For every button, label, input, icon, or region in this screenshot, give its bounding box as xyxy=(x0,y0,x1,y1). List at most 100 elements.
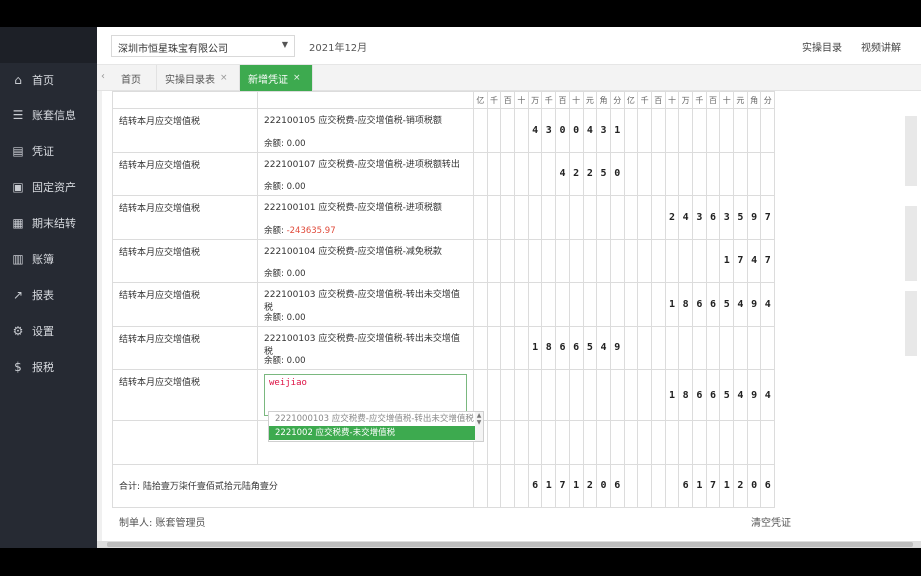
account-suggestion-dropdown: 2221000103 应交税费-应交增值税-转出未交增值税 2221002 应交税… xyxy=(268,411,484,442)
debit-digit xyxy=(596,282,611,327)
debit-digit xyxy=(514,238,529,283)
credit-digit: 4 xyxy=(678,195,693,240)
dropdown-option[interactable]: 2221000103 应交税费-应交增值税-转出未交增值税 xyxy=(269,412,483,426)
account-cell[interactable]: 222100107 应交税费-应交增值税-进项税额转出 余额: 0.00 xyxy=(257,151,474,196)
summary-cell[interactable]: 结转本月应交增值税 xyxy=(112,369,258,421)
debit-digit xyxy=(514,151,529,196)
credit-digit xyxy=(692,108,707,153)
total-debit-digit: 6 xyxy=(609,463,625,508)
account-cell[interactable]: 222100104 应交税费-应交增值税-减免税款 余额: 0.00 xyxy=(257,238,474,283)
voucher-row: 结转本月应交增值税 222100104 应交税费-应交增值税-减免税款 余额: 0.… xyxy=(112,238,776,283)
debit-digit xyxy=(555,282,570,327)
balance-label: 余额: xyxy=(264,225,284,236)
total-credit-digit: 1 xyxy=(692,463,707,508)
debit-digit xyxy=(609,369,625,421)
account-header xyxy=(257,91,474,109)
sidebar-item-8[interactable]: $ 报税 xyxy=(0,352,97,382)
debit-digit: 3 xyxy=(596,108,611,153)
sidebar-item-4[interactable]: ▦ 期末结转 xyxy=(0,208,97,238)
credit-digit xyxy=(719,420,735,465)
sidebar-item-3[interactable]: ▣ 固定资产 xyxy=(0,172,97,202)
sidebar-item-0[interactable]: ⌂ 首页 xyxy=(0,65,97,95)
chevron-down-icon: ▼ xyxy=(281,40,288,49)
debit-digit xyxy=(486,108,502,153)
account-balance: 余额: 0.00 xyxy=(264,354,306,366)
tab-0[interactable]: 首页 xyxy=(113,65,157,91)
total-credit-digit: 6 xyxy=(760,463,776,508)
summary-cell[interactable]: 结转本月应交增值税 xyxy=(112,195,258,240)
debit-digit xyxy=(541,282,557,327)
tab-label: 新增凭证 xyxy=(248,74,288,86)
account-cell[interactable]: 222100105 应交税费-应交增值税-销项税额 余额: 0.00 xyxy=(257,108,474,153)
debit-digit xyxy=(500,151,516,196)
close-icon[interactable]: × xyxy=(220,73,228,83)
dropdown-scrollbar[interactable]: ▲ ▼ xyxy=(475,412,483,441)
summary-cell[interactable]: 结转本月应交增值税 xyxy=(112,108,258,153)
account-cell[interactable]: 222100101 应交税费-应交增值税-进项税额 余额: -243635.97 xyxy=(257,195,474,240)
digit-header: 万 xyxy=(678,91,693,109)
account-cell[interactable]: 222100103 应交税费-应交增值税-转出未交增值税 余额: 0.00 xyxy=(257,325,474,370)
debit-digit xyxy=(541,151,557,196)
sidebar-item-label: 凭证 xyxy=(32,145,54,158)
credit-digit xyxy=(664,238,680,283)
clear-voucher-button[interactable]: 清空凭证 xyxy=(751,514,791,529)
tab-label: 首页 xyxy=(121,74,141,86)
digit-header: 千 xyxy=(637,91,652,109)
company-select[interactable]: 深圳市恒星珠宝有限公司 ▼ xyxy=(111,35,295,57)
sidebar-item-2[interactable]: ▤ 凭证 xyxy=(0,136,97,166)
logo-area xyxy=(0,27,97,63)
credit-digit xyxy=(637,369,652,421)
summary-cell[interactable] xyxy=(112,420,258,465)
document-icon: ▤ xyxy=(12,144,24,158)
tab-1[interactable]: 实操目录表 × xyxy=(157,65,240,91)
summary-cell[interactable]: 结转本月应交增值税 xyxy=(112,151,258,196)
credit-digit xyxy=(678,108,693,153)
dropdown-option[interactable]: 2221002 应交税费-未交增值税 xyxy=(269,426,483,440)
summary-cell[interactable]: 结转本月应交增值税 xyxy=(112,282,258,327)
debit-digit: 6 xyxy=(568,325,584,370)
balance-label: 余额: xyxy=(264,269,284,279)
sidebar-item-5[interactable]: ▥ 账簿 xyxy=(0,244,97,274)
sidebar-item-6[interactable]: ↗ 报表 xyxy=(0,280,97,310)
account-cell[interactable]: 222100103 应交税费-应交增值税-转出未交增值税 余额: 0.00 xyxy=(257,282,474,327)
account-search-input[interactable]: weijiao xyxy=(264,374,467,416)
debit-digit xyxy=(568,282,584,327)
total-debit-digit xyxy=(500,463,516,508)
digit-header: 角 xyxy=(746,91,762,109)
scrollbar-thumb[interactable] xyxy=(107,542,913,547)
balance-label: 余额: xyxy=(264,356,284,366)
debit-digit xyxy=(596,369,611,421)
sidebar-item-7[interactable]: ⚙ 设置 xyxy=(0,316,97,346)
credit-digit: 1 xyxy=(719,238,735,283)
digit-header-row: 亿千百十万千百十元角分亿千百十万千百十元角分 xyxy=(112,91,776,109)
credit-digit xyxy=(623,282,639,327)
credit-digit: 4 xyxy=(760,282,776,327)
balance-value: 0.00 xyxy=(286,182,306,192)
credit-digit xyxy=(650,325,666,370)
sidebar: ⌂ 首页 ☰ 账套信息 ▤ 凭证 ▣ 固定资产 ▦ 期末结转 ▥ 账簿 ↗ 报表 ⚙ 设置 $ 报税 xyxy=(0,27,97,548)
chevron-left-icon[interactable]: ‹ xyxy=(101,71,105,82)
credit-digit xyxy=(678,325,693,370)
tab-2[interactable]: 新增凭证 × xyxy=(240,65,313,91)
summary-cell[interactable]: 结转本月应交增值税 xyxy=(112,325,258,370)
sliders-icon: ☰ xyxy=(12,108,24,122)
practice-catalog-link[interactable]: 实操目录 xyxy=(802,39,842,54)
credit-digit: 3 xyxy=(692,195,707,240)
sidebar-item-1[interactable]: ☰ 账套信息 xyxy=(0,100,97,130)
preview-thumbnail xyxy=(905,291,917,356)
chart-icon: ↗ xyxy=(12,288,24,302)
account-balance: 余额: 0.00 xyxy=(264,267,306,279)
summary-header xyxy=(112,91,258,109)
close-icon[interactable]: × xyxy=(293,73,301,83)
horizontal-scrollbar[interactable] xyxy=(97,541,921,548)
credit-digit xyxy=(623,369,639,421)
debit-digit xyxy=(582,369,598,421)
summary-cell[interactable]: 结转本月应交增值税 xyxy=(112,238,258,283)
voucher-panel: 亿千百十万千百十元角分亿千百十万千百十元角分结转本月应交增值税 222100105… xyxy=(102,91,796,541)
debit-digit xyxy=(582,195,598,240)
credit-digit: 6 xyxy=(705,195,721,240)
video-tutorial-link[interactable]: 视频讲解 xyxy=(861,39,901,54)
account-balance: 余额: 0.00 xyxy=(264,137,306,149)
credit-digit xyxy=(623,151,639,196)
debit-digit xyxy=(555,195,570,240)
